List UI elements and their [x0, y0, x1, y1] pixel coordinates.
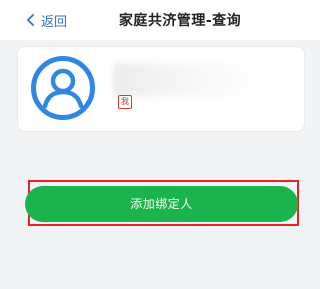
back-button[interactable]: 返回: [25, 11, 68, 30]
member-name-redacted: [113, 63, 263, 97]
page-title: 家庭共济管理-查询: [118, 13, 242, 29]
member-card: 我: [17, 46, 305, 132]
user-avatar-icon: [31, 56, 95, 120]
me-badge: 我: [118, 95, 132, 109]
add-binding-person-button[interactable]: 添加绑定人: [25, 186, 298, 222]
chevron-left-icon: [27, 14, 34, 26]
top-bar: 返回 家庭共济管理-查询: [0, 0, 320, 40]
back-label: 返回: [41, 14, 68, 30]
